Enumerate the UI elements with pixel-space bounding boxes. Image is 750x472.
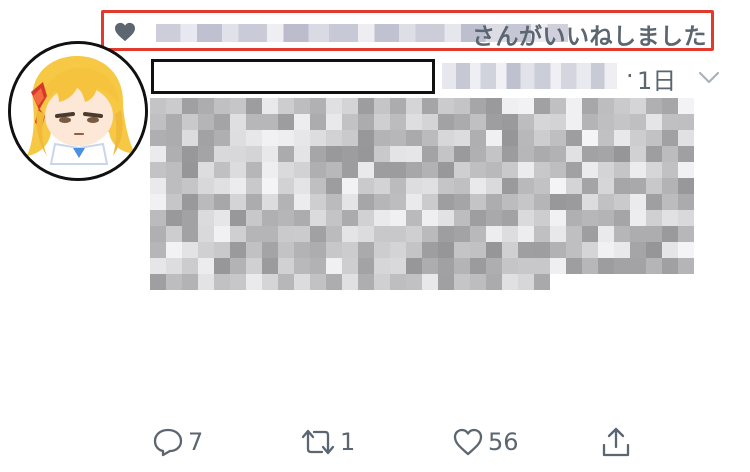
reply-button[interactable]: 7 xyxy=(152,420,203,464)
handle-blurred[interactable] xyxy=(442,63,617,89)
avatar-illustration xyxy=(11,44,145,178)
display-name-redacted[interactable] xyxy=(151,59,435,94)
tweet-text-blurred xyxy=(150,98,694,290)
social-context-highlight[interactable]: さんがいいねしました xyxy=(101,10,714,51)
share-icon xyxy=(602,427,630,457)
retweet-count: 1 xyxy=(340,428,356,456)
chevron-down-icon[interactable] xyxy=(697,68,721,86)
heart-filled-icon xyxy=(115,22,135,42)
share-button[interactable] xyxy=(600,420,632,464)
retweet-button[interactable]: 1 xyxy=(300,420,355,464)
tweet-timestamp[interactable]: 1日 xyxy=(637,61,676,96)
like-count: 56 xyxy=(488,428,519,456)
heart-outline-icon xyxy=(453,428,483,456)
avatar[interactable] xyxy=(8,41,148,181)
like-button[interactable]: 56 xyxy=(452,420,519,464)
reply-count: 7 xyxy=(188,428,204,456)
time-separator: · xyxy=(626,62,634,90)
tweet-actions: 7 1 56 xyxy=(0,420,750,464)
social-context-text: さんがいいねしました xyxy=(472,24,707,50)
reply-icon xyxy=(153,428,183,457)
retweet-icon xyxy=(301,429,335,455)
